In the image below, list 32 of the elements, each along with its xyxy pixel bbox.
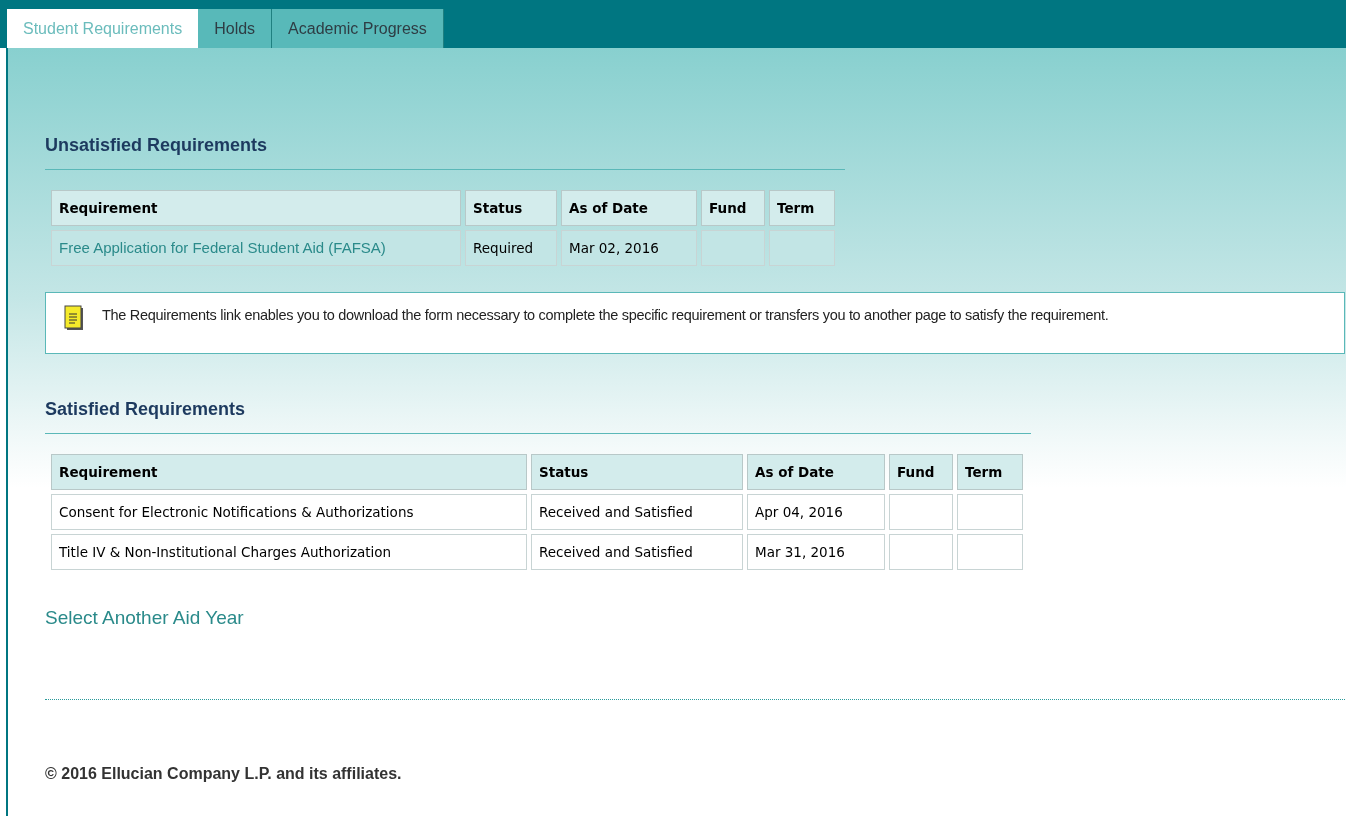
table-cell: Received and Satisfied	[531, 494, 743, 530]
table-cell: Received and Satisfied	[531, 534, 743, 570]
table-cell	[957, 494, 1023, 530]
table-cell	[889, 494, 953, 530]
column-header: Requirement	[51, 190, 461, 226]
note-icon	[64, 305, 84, 331]
info-text: The Requirements link enables you to download the form necessary to complete the specific requirement or transfers you to another page to satisfy the requirement.	[102, 306, 1109, 325]
column-header: Status	[465, 190, 557, 226]
tab[interactable]: Holds	[198, 9, 273, 48]
column-header: Fund	[889, 454, 953, 490]
table-cell: Mar 02, 2016	[561, 230, 697, 266]
table-cell	[889, 534, 953, 570]
tab[interactable]: Student Requirements	[7, 9, 199, 48]
table-cell: Apr 04, 2016	[747, 494, 885, 530]
column-header: Term	[769, 190, 835, 226]
column-header: Status	[531, 454, 743, 490]
table-cell: Mar 31, 2016	[747, 534, 885, 570]
section-heading: Unsatisfied Requirements	[45, 132, 845, 170]
requirement-name: Title IV & Non-Institutional Charges Authorization	[59, 543, 392, 560]
column-header: As of Date	[747, 454, 885, 490]
tab[interactable]: Academic Progress	[272, 9, 444, 48]
column-header: Requirement	[51, 454, 527, 490]
copyright-text: © 2016 Ellucian Company L.P. and its affiliates.	[45, 763, 403, 784]
table-cell	[957, 534, 1023, 570]
column-header: As of Date	[561, 190, 697, 226]
table-cell: Required	[465, 230, 557, 266]
select-aid-year-link[interactable]: Select Another Aid Year	[45, 604, 1346, 633]
section-heading: Satisfied Requirements	[45, 396, 1031, 434]
column-header: Term	[957, 454, 1023, 490]
requirement-link[interactable]: Free Application for Federal Student Aid (FAFSA)	[59, 238, 386, 256]
column-header: Fund	[701, 190, 765, 226]
requirement-name: Consent for Electronic Notifications & Authorizations	[59, 503, 414, 520]
